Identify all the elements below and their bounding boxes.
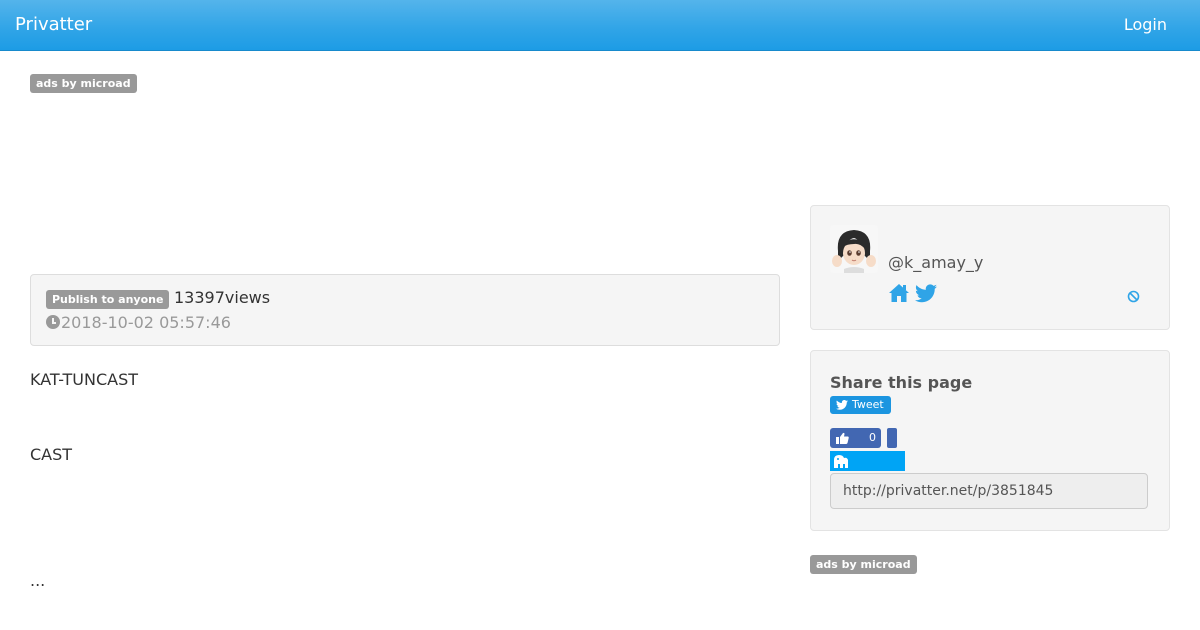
post-date-text: 2018-10-02 05:57:46 — [61, 313, 231, 332]
thumbs-up-icon — [836, 432, 849, 444]
avatar[interactable] — [830, 225, 878, 273]
ad-label-top[interactable]: ads by microad — [30, 74, 137, 93]
clock-icon — [46, 315, 60, 329]
share-title: Share this page — [830, 373, 973, 392]
block-icon[interactable] — [1127, 288, 1140, 303]
view-count: 13397views — [174, 288, 270, 307]
view-count-number: 13397 — [174, 288, 225, 307]
visibility-badge: Publish to anyone — [46, 290, 170, 309]
twitter-bird-icon — [836, 400, 848, 410]
twitter-icon[interactable] — [915, 284, 937, 303]
top-navbar: Privatter Login — [0, 0, 1200, 51]
ad-label-bottom[interactable]: ads by microad — [810, 555, 917, 574]
post-content-line: CAST — [30, 445, 73, 464]
tweet-label: Tweet — [852, 398, 884, 411]
like-count: 0 — [869, 431, 876, 444]
username-link[interactable]: @k_amay_y — [888, 253, 983, 272]
hatena-bookmark-icon — [834, 455, 848, 468]
post-date: 2018-10-02 05:57:46 — [46, 313, 231, 332]
view-count-suffix: views — [224, 288, 271, 307]
facebook-share-button[interactable] — [887, 428, 897, 448]
tweet-button[interactable]: Tweet — [830, 396, 891, 414]
home-icon[interactable] — [888, 283, 910, 303]
hatena-bookmark-button[interactable] — [830, 451, 905, 471]
user-profile-panel: @k_amay_y — [810, 205, 1170, 330]
share-url-field[interactable]: http://privatter.net/p/3851845 — [830, 473, 1148, 509]
post-content-line: ... — [30, 571, 46, 590]
brand-link[interactable]: Privatter — [15, 14, 92, 35]
share-panel: Share this page Tweet 0 http://privatter… — [810, 350, 1170, 531]
facebook-like-button[interactable]: 0 — [830, 428, 881, 448]
login-link[interactable]: Login — [1124, 15, 1167, 34]
post-content-line: KAT-TUNCAST — [30, 370, 139, 389]
post-info-box: Publish to anyone 13397views 2018-10-02 … — [30, 274, 780, 346]
